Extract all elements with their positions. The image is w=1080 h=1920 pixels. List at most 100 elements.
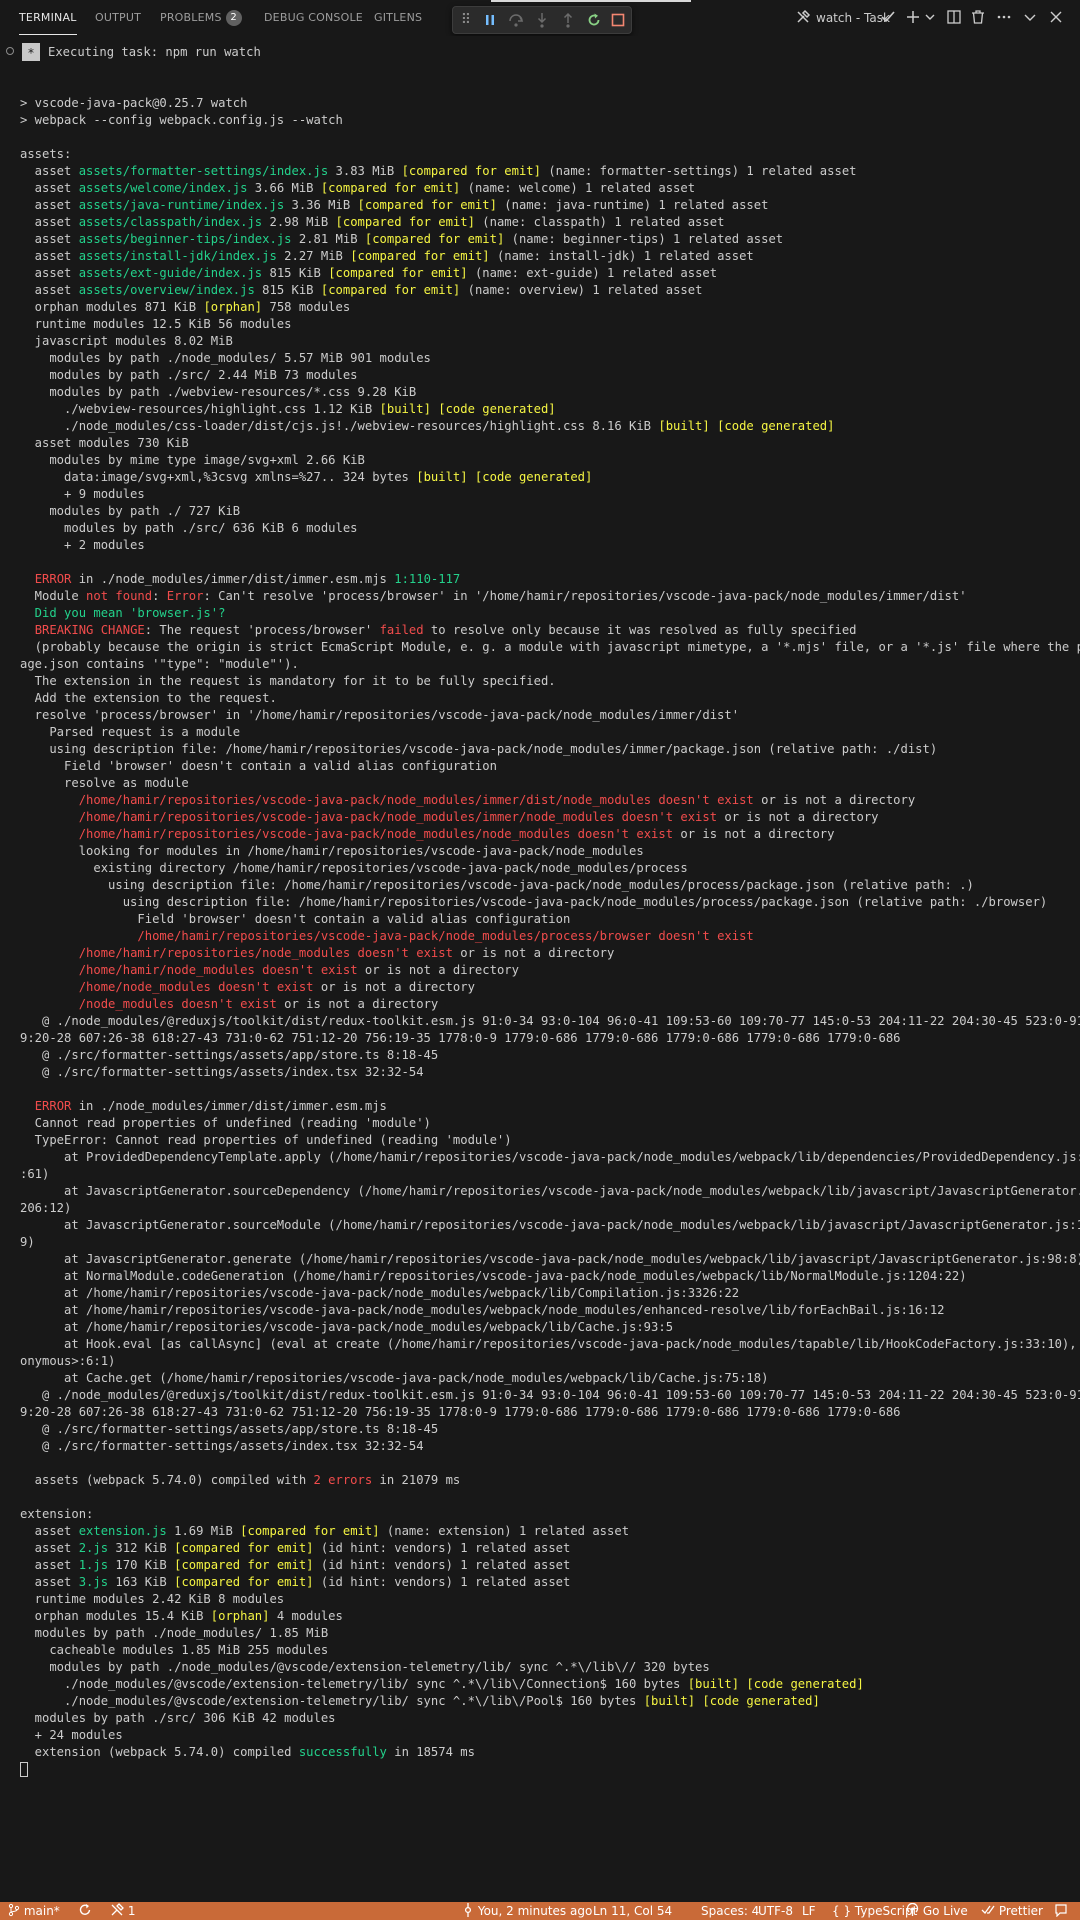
- terminal-text: asset: [20, 266, 79, 280]
- terminal-text: using description file: /home/hamir/repo…: [20, 895, 1048, 909]
- terminal-line: data:image/svg+xml,%3csvg xmlns=%27.. 32…: [20, 469, 1080, 486]
- close-panel-icon[interactable]: [1048, 0, 1064, 36]
- go-live-label: Go Live: [922, 1904, 968, 1918]
- terminal-text: + 24 modules: [20, 1728, 123, 1742]
- blame-item[interactable]: You, 2 minutes ago: [462, 1902, 592, 1920]
- terminal-text: in ./node_modules/immer/dist/immer.esm.m…: [71, 1099, 387, 1113]
- indentation[interactable]: Spaces: 4: [701, 1902, 759, 1920]
- tools-icon[interactable]: [795, 0, 811, 36]
- go-live-item[interactable]: Go Live: [906, 1902, 968, 1920]
- chevron-down-icon[interactable]: [924, 0, 936, 36]
- terminal-text: at Cache.get (/home/hamir/repositories/v…: [20, 1371, 769, 1385]
- terminal-line: /home/node_modules doesn't exist or is n…: [20, 979, 1080, 996]
- terminal-text: 2.98 MiB: [262, 215, 336, 229]
- terminal-text: [compared for emit]: [401, 164, 541, 178]
- prettier-item[interactable]: Prettier: [981, 1902, 1043, 1920]
- terminal-line: Cannot read properties of undefined (rea…: [20, 1115, 1080, 1132]
- terminal-output[interactable]: * Executing task: npm run watch > vscode…: [0, 36, 1080, 1902]
- step-over-icon[interactable]: [507, 11, 525, 29]
- terminal-text: orphan modules 15.4 KiB: [20, 1609, 211, 1623]
- terminal-text: at /home/hamir/repositories/vscode-java-…: [20, 1303, 945, 1317]
- terminal-line: modules by mime type image/svg+xml 2.66 …: [20, 452, 1080, 469]
- stop-icon[interactable]: [609, 11, 627, 29]
- terminal-line: existing directory /home/hamir/repositor…: [20, 860, 1080, 877]
- terminal-text: extension.js: [78, 1524, 167, 1538]
- terminal-text: modules by path ./webview-resources/*.cs…: [20, 385, 417, 399]
- terminal-text: asset modules 730 KiB: [20, 436, 189, 450]
- terminal-line: 9:20-28 607:26-38 618:27-43 731:0-62 751…: [20, 1030, 1080, 1047]
- terminal-text: 163 KiB: [108, 1575, 175, 1589]
- tab-problems[interactable]: PROBLEMS 2: [160, 0, 242, 34]
- tab-debug-console[interactable]: DEBUG CONSOLE: [264, 0, 363, 34]
- language-mode[interactable]: { } TypeScript: [832, 1902, 917, 1920]
- terminal-line: runtime modules 2.42 KiB 8 modules: [20, 1591, 1080, 1608]
- terminal-text: onymous>:6:1): [20, 1354, 116, 1368]
- terminal-text: 815 KiB: [262, 266, 329, 280]
- tasks-item[interactable]: 1: [110, 1902, 135, 1920]
- terminal-line: at JavascriptGenerator.sourceModule (/ho…: [20, 1217, 1080, 1234]
- step-out-icon[interactable]: [559, 11, 577, 29]
- terminal-text: (name: java-runtime) 1 related asset: [496, 198, 769, 212]
- terminal-line: looking for modules in /home/hamir/repos…: [20, 843, 1080, 860]
- step-into-icon[interactable]: [533, 11, 551, 29]
- terminal-text: or is not a directory: [357, 963, 519, 977]
- terminal-text: /home/node_modules doesn't exist: [78, 980, 314, 994]
- terminal-text: modules by path ./node_modules/ 5.57 MiB…: [20, 351, 431, 365]
- terminal-text: + 2 modules: [20, 538, 145, 552]
- pause-icon[interactable]: [481, 11, 499, 29]
- terminal-text: 170 KiB: [108, 1558, 175, 1572]
- trash-icon[interactable]: [970, 0, 986, 36]
- terminal-line: modules by path ./node_modules/ 5.57 MiB…: [20, 350, 1080, 367]
- encoding[interactable]: UTF-8: [758, 1902, 793, 1920]
- more-icon[interactable]: [996, 0, 1012, 36]
- terminal-line: onymous>:6:1): [20, 1353, 1080, 1370]
- terminal-text: > vscode-java-pack@0.25.7 watch: [20, 96, 248, 110]
- terminal-text: [compared for emit]: [320, 283, 461, 297]
- terminal-line: resolve 'process/browser' in '/home/hami…: [20, 707, 1080, 724]
- check-icon[interactable]: [880, 0, 896, 36]
- problems-count-badge: 2: [225, 10, 242, 26]
- terminal-line: asset 1.js 170 KiB [compared for emit] (…: [20, 1557, 1080, 1574]
- terminal-line: ./node_modules/@vscode/extension-telemet…: [20, 1693, 1080, 1710]
- tab-terminal[interactable]: TERMINAL: [19, 0, 77, 35]
- terminal-line: age.json contains '"type": "module"').: [20, 656, 1080, 673]
- terminal-text: orphan modules 871 KiB: [20, 300, 204, 314]
- terminal-line: asset assets/overview/index.js 815 KiB […: [20, 282, 1080, 299]
- sync-icon[interactable]: [78, 1902, 92, 1920]
- terminal-line: @ ./node_modules/@reduxjs/toolkit/dist/r…: [20, 1013, 1080, 1030]
- terminal-text: [built] [code generated]: [379, 402, 556, 416]
- terminal-text: 3.36 MiB: [284, 198, 358, 212]
- cursor-position[interactable]: Ln 11, Col 54: [593, 1902, 672, 1920]
- split-terminal-icon[interactable]: [946, 0, 962, 36]
- terminal-text: asset: [20, 1524, 79, 1538]
- terminal-line: javascript modules 8.02 MiB: [20, 333, 1080, 350]
- terminal-line: extension (webpack 5.74.0) compiled succ…: [20, 1744, 1080, 1761]
- terminal-text: [compared for emit]: [320, 181, 461, 195]
- terminal-line: at Hook.eval [as callAsync] (eval at cre…: [20, 1336, 1080, 1353]
- git-branch-icon: [8, 1903, 20, 1917]
- terminal-text: assets/classpath/index.js: [78, 215, 263, 229]
- terminal-text: asset: [20, 1558, 79, 1572]
- task-name-label[interactable]: watch - Task: [816, 0, 890, 36]
- terminal-text: (name: classpath) 1 related asset: [474, 215, 725, 229]
- debug-toolbar-accent: [491, 0, 691, 2]
- terminal-line: @ ./src/formatter-settings/assets/app/st…: [20, 1047, 1080, 1064]
- terminal-text: [compared for emit]: [174, 1558, 314, 1572]
- double-check-icon: [981, 1905, 995, 1915]
- collapse-panel-icon[interactable]: [1022, 0, 1038, 36]
- tab-gitlens[interactable]: GITLENS: [374, 0, 422, 34]
- restart-icon[interactable]: [585, 11, 603, 29]
- terminal-text: not found: [86, 589, 153, 603]
- end-of-line[interactable]: LF: [802, 1902, 816, 1920]
- drag-grip-icon[interactable]: ⠿: [457, 11, 475, 29]
- terminal-text: 3.js: [78, 1575, 109, 1589]
- branch-item[interactable]: main*: [8, 1902, 60, 1920]
- add-terminal-icon[interactable]: [905, 0, 921, 36]
- terminal-text: modules by path ./src/ 2.44 MiB 73 modul…: [20, 368, 358, 382]
- tab-output[interactable]: OUTPUT: [95, 0, 141, 34]
- notifications-icon[interactable]: [1054, 1902, 1068, 1920]
- terminal-text: modules by mime type image/svg+xml 2.66 …: [20, 453, 365, 467]
